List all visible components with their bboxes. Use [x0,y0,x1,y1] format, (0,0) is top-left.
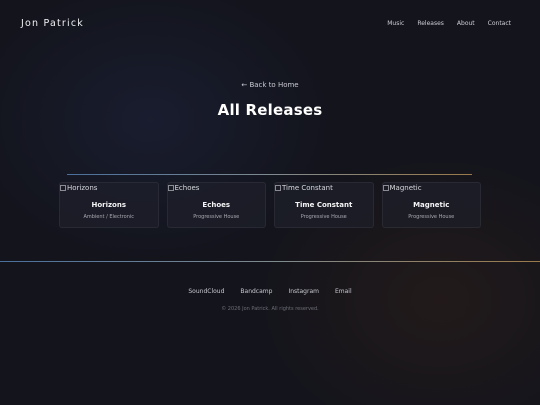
broken-image-icon [275,185,281,191]
release-cover-alt: Magnetic [389,184,422,192]
gradient-divider-top [67,174,472,175]
release-cover-alt: Echoes [174,184,200,192]
broken-image-icon [167,185,174,191]
nav-links: Music Releases About Contact [387,20,511,27]
footer-link-soundcloud[interactable]: SoundCloud [188,288,224,295]
footer-links: SoundCloud Bandcamp Instagram Email [0,288,540,295]
footer-link-instagram[interactable]: Instagram [288,288,319,295]
site-brand[interactable]: Jon Patrick [21,18,84,29]
release-genre: Progressive House [408,214,455,220]
gradient-divider-footer [0,261,540,262]
release-title: Horizons [91,201,127,209]
footer-link-bandcamp[interactable]: Bandcamp [240,288,272,295]
nav-item-releases[interactable]: Releases [417,20,444,27]
release-title: Time Constant [295,201,353,209]
release-genre: Ambient / Electronic [83,214,135,220]
release-card-time-constant[interactable]: Time Constant Time Constant Progressive … [274,182,374,228]
release-genre: Progressive House [193,214,240,220]
release-cover-alt: Horizons [67,184,98,192]
release-card-echoes[interactable]: Echoes Echoes Progressive House [166,182,266,228]
top-nav: Jon Patrick Music Releases About Contact [0,0,540,46]
release-genre: Progressive House [300,214,347,220]
release-cover-image: Time Constant [275,184,333,192]
broken-image-icon [382,185,389,191]
release-cover-alt: Time Constant [282,184,333,192]
release-card-horizons[interactable]: Horizons Horizons Ambient / Electronic [59,182,159,228]
copyright-text: © 2026 Jon Patrick. All rights reserved. [221,306,319,312]
back-link-container: ← Back to Home [0,81,540,89]
back-link-label: Back to Home [249,81,299,89]
release-title: Echoes [202,201,231,209]
release-cover-image: Echoes [167,184,200,192]
release-card-magnetic[interactable]: Magnetic Magnetic Progressive House [381,182,481,228]
nav-item-contact[interactable]: Contact [488,20,511,27]
releases-grid: Horizons Horizons Ambient / Electronic E… [59,182,481,228]
nav-item-music[interactable]: Music [387,20,404,27]
back-to-home-link[interactable]: ← Back to Home [241,81,298,89]
release-cover-image: Horizons [60,184,97,192]
release-cover-image: Magnetic [382,184,422,192]
footer-link-email[interactable]: Email [335,288,352,295]
broken-image-icon [60,185,66,191]
release-title: Magnetic [413,201,450,209]
arrow-left-icon: ← [241,81,248,89]
nav-item-about[interactable]: About [457,20,475,27]
page-title: All Releases [217,101,323,119]
